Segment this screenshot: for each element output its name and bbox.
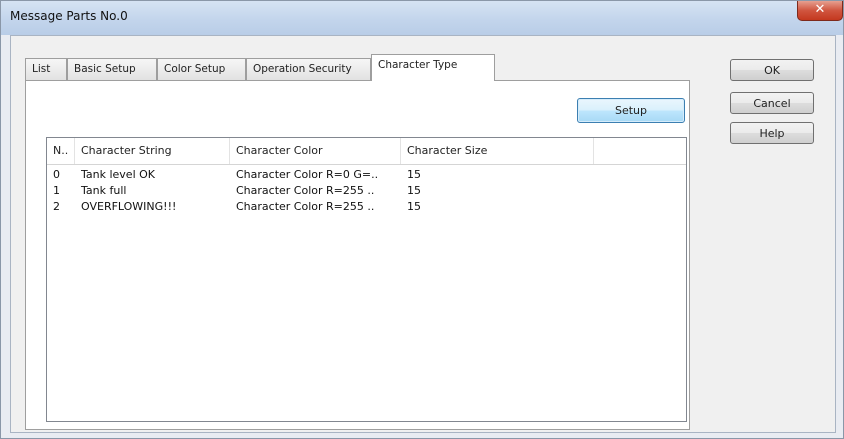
list-row[interactable]: 0 Tank level OK Character Color R=0 G=..… xyxy=(47,167,686,183)
title-bar: Message Parts No.0 ✕ xyxy=(1,1,843,35)
list-rows: 0 Tank level OK Character Color R=0 G=..… xyxy=(47,167,686,215)
column-header-character-size[interactable]: Character Size xyxy=(401,138,594,164)
dialog-client-area: List Basic Setup Color Setup Operation S… xyxy=(10,35,836,433)
tab-basic-setup[interactable]: Basic Setup xyxy=(67,58,157,80)
cell-number: 0 xyxy=(53,168,60,181)
cell-number: 2 xyxy=(53,200,60,213)
dialog-window: Message Parts No.0 ✕ List Basic Setup Co… xyxy=(0,0,844,439)
list-row[interactable]: 1 Tank full Character Color R=255 .. 15 xyxy=(47,183,686,199)
tab-list[interactable]: List xyxy=(25,58,67,80)
window-title: Message Parts No.0 xyxy=(10,9,128,23)
cell-character-string: Tank level OK xyxy=(81,168,156,181)
tab-color-setup[interactable]: Color Setup xyxy=(157,58,246,80)
list-row[interactable]: 2 OVERFLOWING!!! Character Color R=255 .… xyxy=(47,199,686,215)
column-header-empty xyxy=(594,138,686,164)
cell-character-color: Character Color R=255 .. xyxy=(236,200,375,213)
cell-character-color: Character Color R=255 .. xyxy=(236,184,375,197)
list-header: N.. Character String Character Color Cha… xyxy=(47,138,686,165)
character-type-list[interactable]: N.. Character String Character Color Cha… xyxy=(46,137,687,422)
column-header-number[interactable]: N.. xyxy=(47,138,75,164)
close-button[interactable]: ✕ xyxy=(797,1,843,21)
cell-character-string: OVERFLOWING!!! xyxy=(81,200,177,213)
ok-button[interactable]: OK xyxy=(730,59,814,81)
cancel-button[interactable]: Cancel xyxy=(730,92,814,114)
column-header-character-color[interactable]: Character Color xyxy=(230,138,401,164)
cell-character-string: Tank full xyxy=(81,184,127,197)
cell-character-size: 15 xyxy=(407,168,421,181)
cell-character-size: 15 xyxy=(407,184,421,197)
help-button[interactable]: Help xyxy=(730,122,814,144)
close-icon: ✕ xyxy=(814,2,826,17)
cell-number: 1 xyxy=(53,184,60,197)
cell-character-size: 15 xyxy=(407,200,421,213)
cell-character-color: Character Color R=0 G=.. xyxy=(236,168,379,181)
setup-button[interactable]: Setup xyxy=(577,98,685,123)
tab-character-type[interactable]: Character Type xyxy=(371,54,495,81)
column-header-character-string[interactable]: Character String xyxy=(75,138,230,164)
character-type-panel: Setup N.. Character String Character Col… xyxy=(25,80,690,430)
tab-operation-security[interactable]: Operation Security xyxy=(246,58,371,80)
